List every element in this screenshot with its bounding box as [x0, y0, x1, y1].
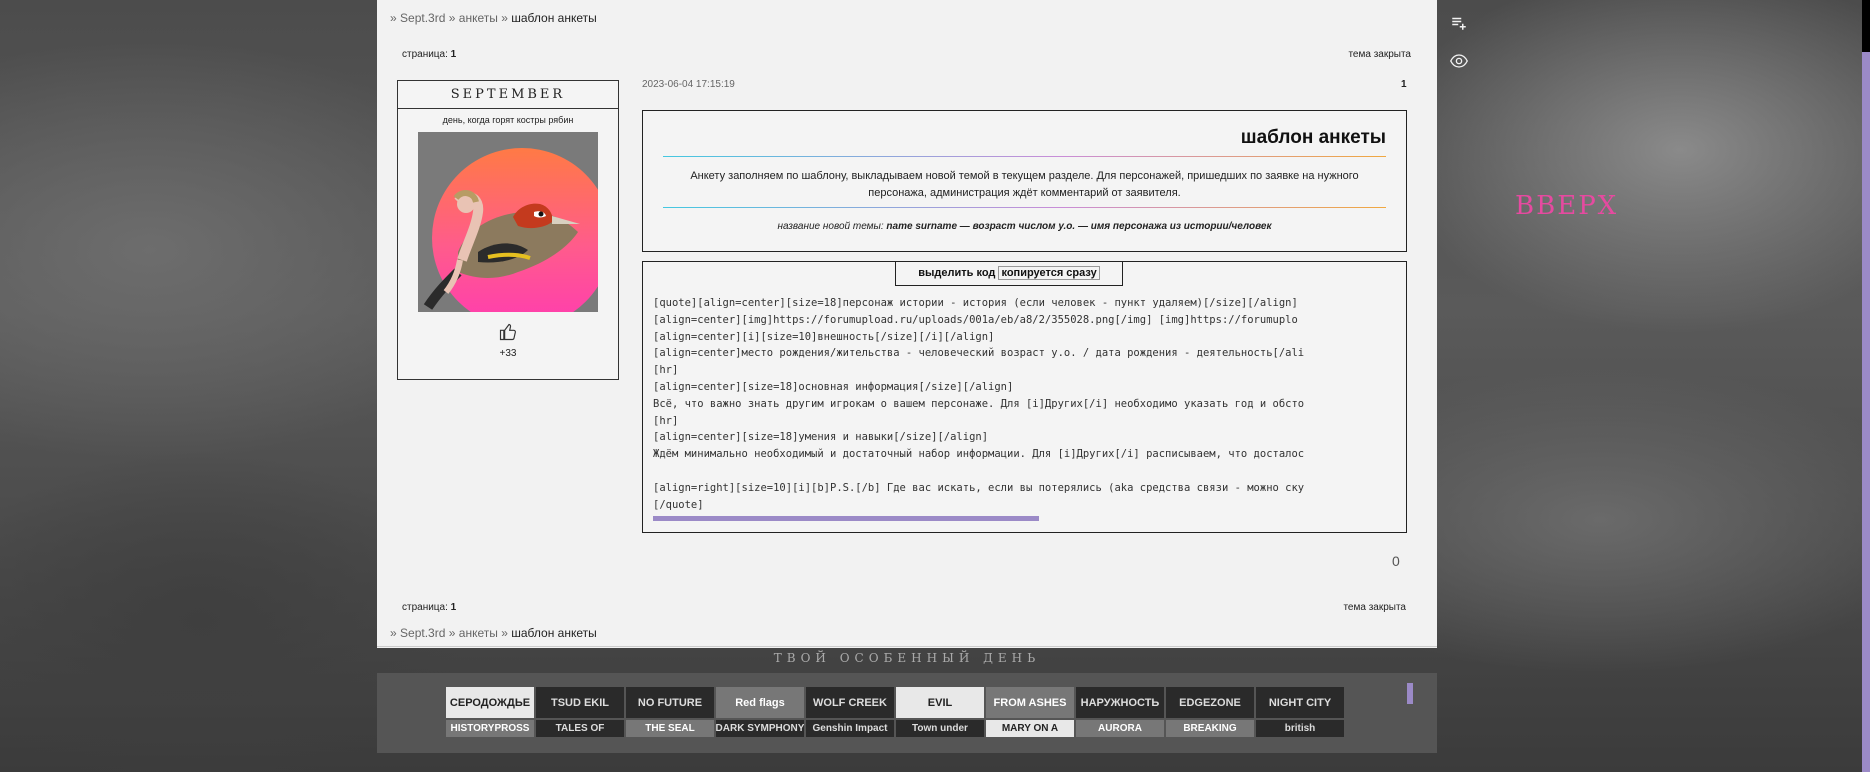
partner-banner[interactable]: WOLF CREEK	[806, 687, 894, 718]
pagination-top: страница: 1	[402, 49, 456, 60]
breadcrumb-sep: »	[390, 626, 397, 640]
gradient-divider	[663, 207, 1386, 208]
breadcrumb-link-forum[interactable]: Sept.3rd	[400, 626, 445, 640]
pagination-page: 1	[450, 49, 457, 60]
template-intro-text: Анкету заполняем по шаблону, выкладываем…	[690, 170, 1359, 199]
code-line: [hr]	[653, 364, 679, 377]
gradient-divider	[663, 156, 1386, 157]
scroll-to-top-link[interactable]: ВВЕРХ	[1515, 191, 1618, 221]
breadcrumb-bottom: » Sept.3rd » анкеты » шаблон анкеты	[390, 626, 597, 640]
avatar	[418, 132, 598, 312]
author-profile-card: SEPTEMBER день, когда горят костры рябин	[397, 80, 619, 380]
partner-banner[interactable]: NIGHT CITY	[1256, 687, 1344, 718]
page-scrollbar[interactable]	[1862, 0, 1870, 772]
partner-banner[interactable]: TALES OF	[536, 720, 624, 737]
partner-banners: СЕРОДОЖДЬЕ TSUD EKIL NO FUTURE Red flags WOL…	[377, 673, 1437, 753]
topic-closed-top: тема закрыта	[1348, 49, 1411, 60]
code-horizontal-scrollbar[interactable]	[653, 516, 1039, 521]
partner-banner[interactable]: HISTORYPROSS	[446, 720, 534, 737]
topic-closed-bottom: тема закрыта	[1343, 602, 1406, 613]
post-counter: 0	[1392, 553, 1400, 569]
avatar-bird-illustration	[423, 190, 580, 310]
partner-banner[interactable]: Town under	[896, 720, 984, 737]
profile-forum-logo: SEPTEMBER	[398, 81, 618, 109]
post-number[interactable]: 1	[1401, 79, 1407, 90]
post-date: 2023-06-04 17:15:19	[642, 79, 735, 90]
code-line: [align=center][size=18]умения и навыки[/…	[653, 431, 989, 444]
code-line: [align=center][i][size=10]внешность[/siz…	[653, 330, 995, 343]
partner-banner[interactable]: MARY ON A	[986, 720, 1074, 737]
breadcrumb-current: шаблон анкеты	[511, 626, 597, 640]
topic-note-format: name surname — возраст числом у.о. — имя…	[886, 221, 1272, 232]
code-content[interactable]: [quote][align=center][size=18]персонаж и…	[653, 295, 1401, 513]
code-line: [align=right][size=10][i][b]P.S.[/b] Где…	[653, 481, 1305, 494]
pagination-label: страница:	[402, 602, 448, 613]
breadcrumb-link-section[interactable]: анкеты	[459, 11, 498, 25]
partner-banner[interactable]: DARK SYMPHONY	[716, 720, 804, 737]
select-code-button[interactable]: выделить код	[918, 267, 995, 279]
breadcrumb-sep: »	[448, 11, 456, 25]
code-line: Ждём минимально необходимый и достаточны…	[653, 448, 1305, 461]
partner-banner[interactable]: FROM ASHES	[986, 687, 1074, 718]
partner-banner[interactable]: EVIL	[896, 687, 984, 718]
pagination-page: 1	[450, 602, 457, 613]
code-line: [align=center][img]https://forumupload.r…	[653, 313, 1298, 326]
forum-topic-panel: » Sept.3rd » анкеты » шаблон анкеты стра…	[377, 0, 1437, 665]
breadcrumb-sep: »	[448, 626, 456, 640]
code-line: [align=center]место рождения/жительства …	[653, 347, 1305, 360]
pagination-bottom: страница: 1	[402, 602, 456, 613]
pagination-label: страница:	[402, 49, 448, 60]
code-line: Всё, что важно знать другим игрокам о ва…	[653, 397, 1305, 410]
profile-status: день, когда горят костры рябин	[442, 115, 574, 125]
partner-banner[interactable]: british	[1256, 720, 1344, 737]
eye-icon[interactable]	[1450, 52, 1468, 70]
banner-grid: СЕРОДОЖДЬЕ TSUD EKIL NO FUTURE Red flags WOL…	[446, 687, 1344, 737]
topic-name-note: название новой темы: name surname — возр…	[663, 221, 1386, 232]
partner-banner[interactable]: TSUD EKIL	[536, 687, 624, 718]
thumbs-up-icon[interactable]	[498, 322, 518, 342]
forum-tagline: ТВОЙ ОСОБЕННЫЙ ДЕНЬ	[773, 651, 1041, 665]
partner-banner[interactable]: EDGEZONE	[1166, 687, 1254, 718]
code-line: [quote][align=center][size=18]персонаж и…	[653, 297, 1298, 309]
page-title: шаблон анкеты	[1240, 127, 1386, 148]
footer-divider	[377, 646, 1437, 647]
partner-banner[interactable]: Genshin Impact	[806, 720, 894, 737]
code-box: выделить код копируется сразу [quote][al…	[642, 261, 1407, 533]
partner-banner[interactable]: СЕРОДОЖДЬЕ	[446, 687, 534, 718]
partner-banner[interactable]: НАРУЖНОСТЬ	[1076, 687, 1164, 718]
like-count: +33	[499, 348, 517, 359]
partner-banner[interactable]: BREAKING	[1166, 720, 1254, 737]
partner-banner[interactable]: AURORA	[1076, 720, 1164, 737]
copy-code-button[interactable]: копируется сразу	[998, 266, 1100, 280]
code-box-header: выделить код копируется сразу	[895, 262, 1123, 286]
partner-banner[interactable]: THE SEAL	[626, 720, 714, 737]
page-scrollbar-thumb[interactable]	[1862, 0, 1870, 52]
code-line: [/quote]	[653, 498, 704, 511]
code-line: [hr]	[653, 414, 679, 427]
template-intro-box: шаблон анкеты Анкету заполняем по шаблон…	[642, 110, 1407, 252]
partner-banner[interactable]: NO FUTURE	[626, 687, 714, 718]
playlist-add-icon[interactable]	[1450, 14, 1468, 32]
breadcrumb-sep: »	[501, 11, 508, 25]
partner-banner[interactable]: Red flags	[716, 687, 804, 718]
breadcrumb-sep: »	[390, 11, 397, 25]
breadcrumb-link-forum[interactable]: Sept.3rd	[400, 11, 445, 25]
topic-note-prefix: название новой темы:	[777, 221, 884, 232]
breadcrumb-link-section[interactable]: анкеты	[459, 626, 498, 640]
code-line: [align=center][size=18]основная информац…	[653, 380, 1014, 393]
breadcrumb-sep: »	[501, 626, 508, 640]
breadcrumb-top: » Sept.3rd » анкеты » шаблон анкеты	[390, 11, 597, 25]
banners-scroll-indicator[interactable]	[1407, 683, 1413, 704]
breadcrumb-current: шаблон анкеты	[511, 11, 597, 25]
